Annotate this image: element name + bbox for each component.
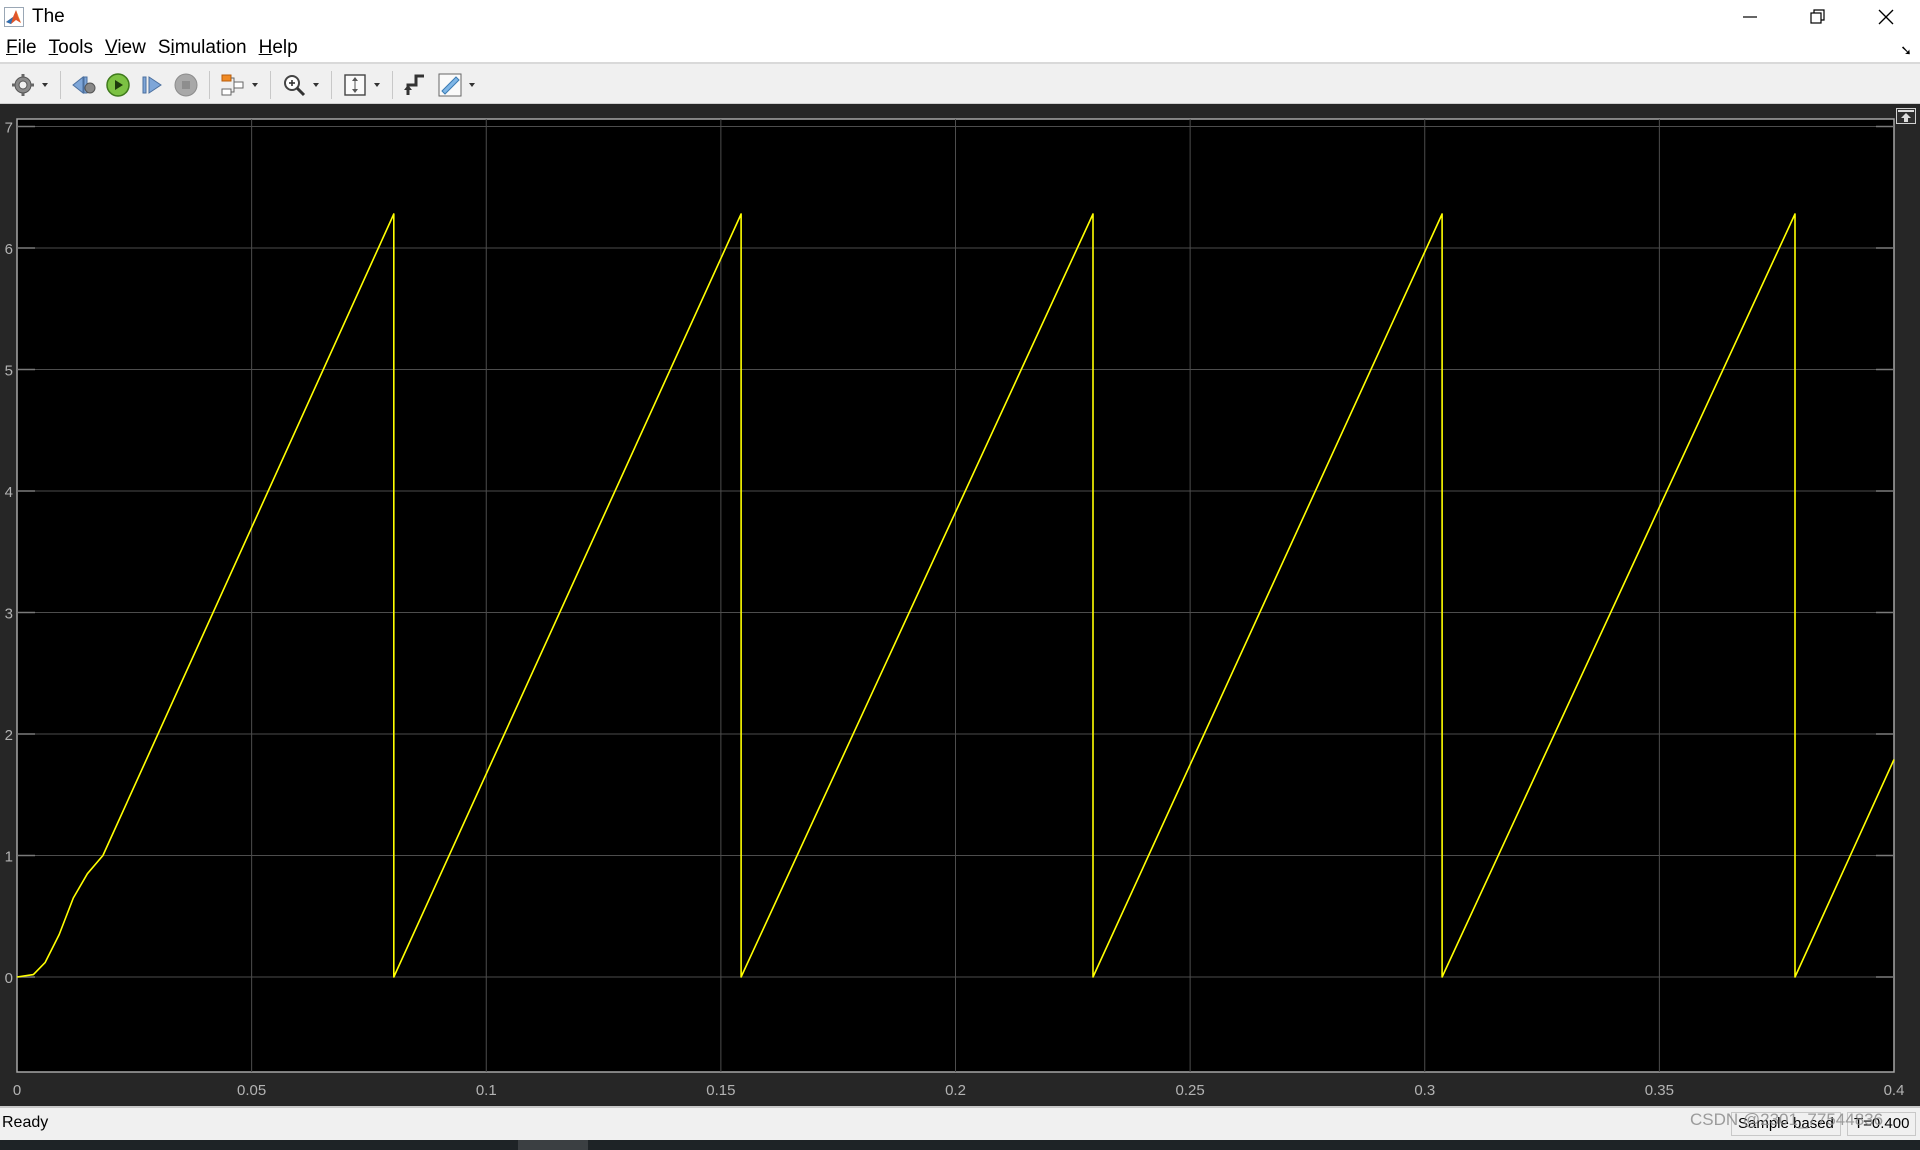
menu-view-label: iew (117, 37, 146, 58)
menu-help[interactable]: Help (253, 37, 304, 59)
status-ready: Ready (2, 1114, 49, 1131)
step-back-button[interactable] (70, 71, 98, 99)
window-title: The (32, 6, 65, 27)
toolbar (0, 66, 1920, 104)
toolbar-separator (209, 70, 210, 99)
menu-file-accel: F (6, 37, 18, 58)
zoom-in-icon (284, 74, 306, 96)
measurement-ruler-icon (438, 73, 462, 96)
step-back-icon (72, 75, 96, 94)
x-tick-label: 0.35 (1645, 1082, 1674, 1099)
zoom-in-button[interactable] (280, 71, 308, 99)
x-tick-label: 0.1 (476, 1082, 497, 1099)
grid (16, 118, 1895, 1073)
menu-bar: File Tools View Simulation Help ➘ (0, 34, 1920, 64)
menu-view[interactable]: View (99, 37, 152, 59)
run-icon (106, 72, 130, 97)
toolbar-separator (331, 70, 332, 99)
x-tick-label: 0 (13, 1082, 21, 1099)
measurement-dropdown[interactable] (467, 71, 477, 99)
taskbar-item[interactable] (518, 1140, 588, 1150)
signal-hierarchy-dropdown[interactable] (250, 71, 260, 99)
x-tick-label: 0.4 (1884, 1082, 1905, 1099)
y-tick-label: 0 (5, 970, 13, 987)
menu-help-accel: H (258, 37, 273, 58)
menu-simulation[interactable]: Simulation (152, 37, 253, 59)
restore-button[interactable] (1784, 0, 1852, 34)
matlab-icon (4, 7, 24, 27)
measurement-button[interactable] (436, 71, 464, 99)
step-forward-icon (142, 75, 162, 94)
step-forward-button[interactable] (138, 71, 166, 99)
title-bar: The (0, 0, 1920, 34)
stop-button[interactable] (172, 71, 200, 99)
signal-hierarchy-icon (221, 74, 244, 95)
signal-hierarchy-button[interactable] (219, 71, 247, 99)
minimize-button[interactable] (1716, 0, 1784, 34)
y-tick-label: 2 (5, 727, 13, 744)
y-tick-label: 3 (5, 606, 13, 623)
toolbar-separator (270, 70, 271, 99)
zoom-dropdown[interactable] (311, 71, 321, 99)
expand-icon (1898, 110, 1914, 122)
settings-dropdown[interactable] (40, 71, 50, 99)
watermark: CSDN @2301_77544836 (1690, 1110, 1884, 1129)
menu-view-accel: V (104, 37, 118, 58)
autoscale-icon (344, 73, 366, 96)
close-icon (1878, 9, 1894, 25)
menu-file-label: ile (17, 37, 37, 58)
autoscale-button[interactable] (341, 71, 369, 99)
settings-button[interactable] (9, 71, 37, 99)
menu-tools-label: ools (58, 37, 93, 58)
taskbar (0, 1140, 1920, 1150)
x-tick-label: 0.15 (706, 1082, 735, 1099)
x-tick-label: 0.2 (945, 1082, 966, 1099)
stop-icon (174, 73, 198, 96)
menu-simulation-label: mulation (174, 37, 247, 58)
x-tick-label: 0.05 (237, 1082, 266, 1099)
scope-display: 0 0.05 0.1 0.15 0.2 0.25 0.3 0.35 0.4 0 1 2 3 4 5 6 7 (0, 104, 1920, 1106)
settings-gear-icon (12, 73, 34, 96)
y-tick-label: 4 (5, 484, 13, 501)
y-tick-label: 6 (5, 241, 13, 258)
menu-tools-accel: T (48, 37, 59, 58)
toolbar-separator (60, 70, 61, 99)
triggers-icon (404, 74, 424, 95)
menu-help-label: elp (272, 37, 298, 58)
triggers-button[interactable] (402, 71, 430, 99)
y-tick-label: 1 (5, 849, 13, 866)
y-tick-label: 5 (5, 363, 13, 380)
scope-plot[interactable]: 0 0.05 0.1 0.15 0.2 0.25 0.3 0.35 0.4 0 1 2 3 4 5 6 7 (0, 104, 1920, 1106)
status-bar: Ready Sample based T=0.400 (0, 1106, 1920, 1140)
undock-arrow-icon[interactable]: ➘ (1900, 42, 1912, 59)
run-button[interactable] (104, 71, 132, 99)
minimize-icon (1743, 16, 1757, 18)
toolbar-separator (392, 70, 393, 99)
menu-file[interactable]: File (0, 37, 43, 59)
autoscale-dropdown[interactable] (372, 71, 382, 99)
y-tick-label: 7 (5, 120, 13, 137)
x-tick-label: 0.3 (1414, 1082, 1435, 1099)
restore-icon (1810, 9, 1825, 24)
menu-tools[interactable]: Tools (43, 37, 99, 59)
menu-simulation-pre: S (157, 37, 171, 58)
x-tick-label: 0.25 (1176, 1082, 1205, 1099)
close-button[interactable] (1852, 0, 1920, 34)
window-controls (1716, 0, 1920, 34)
expand-axes-button[interactable] (1896, 108, 1916, 124)
